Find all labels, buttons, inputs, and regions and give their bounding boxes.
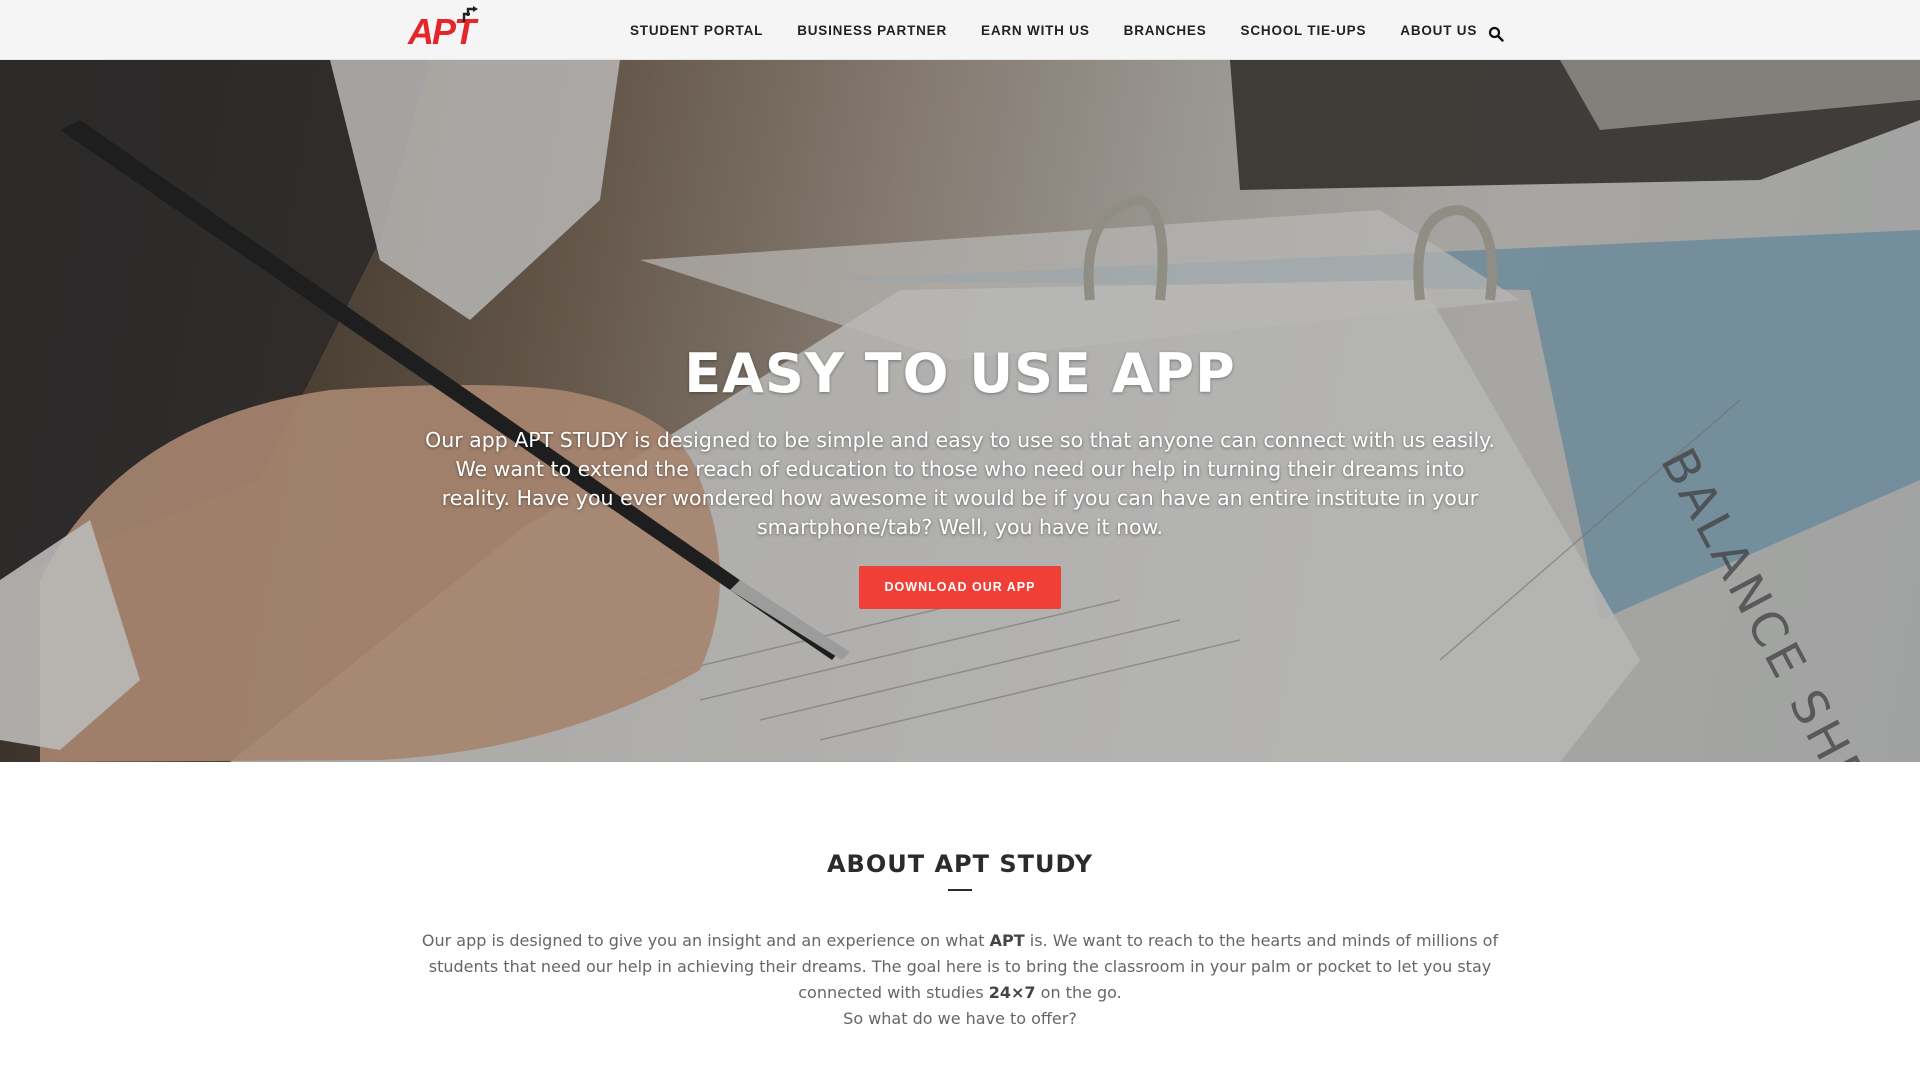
about-description: Our app is designed to give you an insig… <box>400 928 1520 1032</box>
nav-business-partner[interactable]: BUSINESS PARTNER <box>797 23 947 38</box>
about-text-3: on the go. <box>1035 983 1122 1002</box>
search-icon[interactable] <box>1488 26 1504 42</box>
download-app-button[interactable]: DOWNLOAD OUR APP <box>859 566 1061 609</box>
hero-banner: BALANCE SHEE EASY TO USE APP Our app APT… <box>0 60 1920 762</box>
nav-school-tie-ups[interactable]: SCHOOL TIE-UPS <box>1241 23 1367 38</box>
about-bold-24x7: 24×7 <box>988 983 1036 1002</box>
nav-about-us[interactable]: ABOUT US <box>1400 23 1477 38</box>
hero-description: Our app APT STUDY is designed to be simp… <box>425 428 1495 539</box>
nav-earn-with-us[interactable]: EARN WITH US <box>981 23 1090 38</box>
about-divider <box>948 889 972 891</box>
about-bold-apt: APT <box>989 931 1025 950</box>
main-nav: STUDENT PORTAL BUSINESS PARTNER EARN WIT… <box>630 0 1477 60</box>
apt-logo[interactable]: APT <box>408 6 480 52</box>
about-text-1: Our app is designed to give you an insig… <box>421 931 990 950</box>
nav-branches[interactable]: BRANCHES <box>1124 23 1207 38</box>
logo-arrow-icon <box>462 6 478 22</box>
about-question: So what do we have to offer? <box>843 1009 1077 1028</box>
hero-title: EASY TO USE APP <box>684 342 1236 405</box>
hero-overlay <box>0 60 1920 762</box>
nav-student-portal[interactable]: STUDENT PORTAL <box>630 23 763 38</box>
about-paragraph: Our app is designed to give you an insig… <box>400 928 1520 1006</box>
site-header: APT STUDENT PORTAL BUSINESS PARTNER EARN… <box>0 0 1920 60</box>
about-title: ABOUT APT STUDY <box>826 850 1094 878</box>
